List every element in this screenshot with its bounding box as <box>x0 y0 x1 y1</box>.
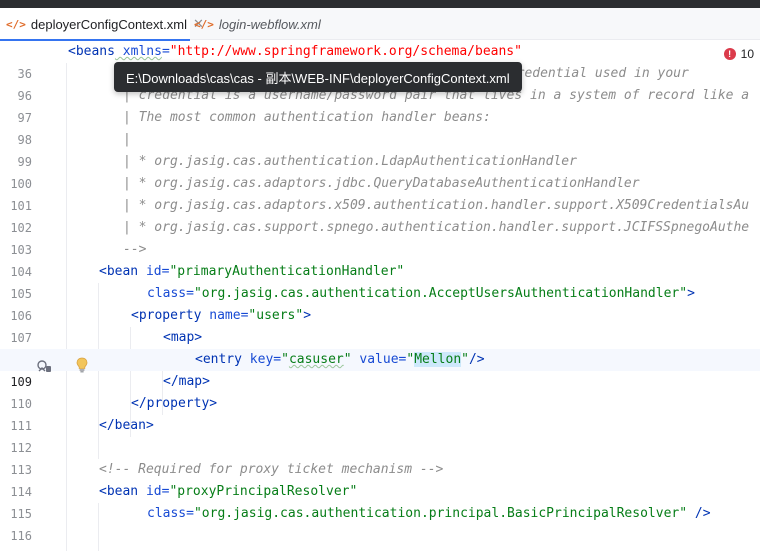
xml-tag: <bean <box>99 484 139 499</box>
selected-value-mellon[interactable]: Mellon <box>414 352 462 367</box>
xml-eq: = <box>186 286 194 301</box>
xml-attribute: class <box>147 506 187 521</box>
xml-tag-close: /> <box>468 352 485 367</box>
code-line[interactable]: 106 class="org.jasig.cas.authentication.… <box>0 283 760 323</box>
implementation-gutter-icon[interactable] <box>36 358 52 372</box>
xml-attribute: value <box>351 352 399 367</box>
error-counter[interactable]: ! 10 <box>717 44 760 64</box>
xml-value: "primaryAuthenticationHandler" <box>169 264 405 279</box>
xml-tag-close: > <box>303 308 312 323</box>
code-line[interactable]: 100 | * org.jasig.cas.authentication.Lda… <box>0 151 760 191</box>
line-number: 117 <box>0 547 32 552</box>
xml-tag: </property> <box>131 396 218 411</box>
file-path-tooltip: E:\Downloads\cas\cas - 副本\WEB-INF\deploy… <box>114 62 522 92</box>
xml-value-casuser[interactable]: casuser <box>289 352 344 367</box>
comment-text: | * org.jasig.cas.adaptors.x509.authenti… <box>123 198 750 213</box>
error-icon: ! <box>723 48 736 60</box>
xml-value: "users" <box>248 308 304 323</box>
code-line[interactable]: 36 <beans xmlns="http://www.springframew… <box>0 41 760 81</box>
code-line[interactable]: 98 | The most common authentication hand… <box>0 107 760 147</box>
comment-end: --> <box>123 242 147 257</box>
xml-attribute: id <box>138 264 162 279</box>
xml-eq: = <box>186 506 194 521</box>
tab-label: login-webflow.xml <box>218 16 321 32</box>
xml-attribute: id <box>138 484 162 499</box>
code-line[interactable]: 113 <box>0 437 760 477</box>
xml-quote: " <box>461 352 469 367</box>
xml-eq: = <box>161 44 170 59</box>
comment-text: <!-- Required for proxy ticket mechanism… <box>99 462 444 477</box>
comment-text: | <box>123 132 131 147</box>
xml-file-icon: </> <box>194 17 214 31</box>
code-line[interactable]: 104 --> <box>0 239 760 279</box>
code-line[interactable]: 105 <bean id="primaryAuthenticationHandl… <box>0 261 760 301</box>
comment-text: | The most common authentication handler… <box>123 110 491 125</box>
code-line[interactable]: 111 </property> <box>0 393 760 433</box>
comment-text: | * org.jasig.cas.authentication.LdapAut… <box>123 154 577 169</box>
xml-tag: <beans <box>68 44 115 59</box>
xml-tag: <bean <box>99 264 139 279</box>
tab-login-webflow[interactable]: </> login-webflow.xml <box>190 8 330 40</box>
xml-tag-close: /> <box>687 506 711 521</box>
window-top-strip <box>0 0 760 8</box>
xml-eq: = <box>273 352 282 367</box>
xml-value: "org.jasig.cas.authentication.principal.… <box>193 506 688 521</box>
xml-tag: </map> <box>163 374 210 389</box>
code-line[interactable]: 115 <bean id="proxyPrincipalResolver" <box>0 481 760 521</box>
xml-attribute: class <box>147 286 187 301</box>
xml-tag: <property <box>131 308 202 323</box>
xml-quote: " <box>343 352 352 367</box>
comment-text: | * org.jasig.cas.adaptors.jdbc.QueryDat… <box>123 176 640 191</box>
code-line[interactable]: 107 <property name="users"> <box>0 305 760 345</box>
code-line[interactable]: 117 <box>0 525 760 552</box>
code-line-current[interactable]: 109 <entry key="casuser" value="Mellon"/… <box>0 349 760 389</box>
lightbulb-icon[interactable] <box>76 357 88 373</box>
code-line[interactable]: 116 class="org.jasig.cas.authentication.… <box>0 503 760 543</box>
xml-tag-close: > <box>687 286 695 301</box>
xml-quote: " <box>281 352 289 367</box>
code-line[interactable]: 114 <!-- Required for proxy ticket mecha… <box>0 459 760 499</box>
xml-attribute: key <box>241 352 274 367</box>
xml-attribute: name <box>201 308 241 323</box>
tab-deployer-config-context[interactable]: </> deployerConfigContext.xml ✕ <box>0 8 204 41</box>
xml-tag: <entry <box>195 352 242 367</box>
code-editor[interactable]: 36 <beans xmlns="http://www.springframew… <box>0 41 760 552</box>
code-line[interactable]: 110 </map> <box>0 371 760 411</box>
code-line[interactable]: 112 </bean> <box>0 415 760 455</box>
code-line[interactable]: 101 | * org.jasig.cas.adaptors.jdbc.Quer… <box>0 173 760 213</box>
code-line[interactable]: 108 <map> <box>0 327 760 367</box>
code-line[interactable]: 99 | <box>0 129 760 169</box>
xml-value: "proxyPrincipalResolver" <box>169 484 358 499</box>
error-count: 10 <box>740 47 754 61</box>
xml-attribute: xmlns <box>114 44 162 59</box>
xml-tag: </bean> <box>99 418 154 433</box>
xml-value: "org.jasig.cas.authentication.AcceptUser… <box>193 286 688 301</box>
xml-file-icon: </> <box>6 17 26 31</box>
xml-quote: " <box>406 352 415 367</box>
comment-text: | * org.jasig.cas.support.spnego.authent… <box>123 220 750 235</box>
xml-namespace-url[interactable]: "http://www.springframework.org/schema/b… <box>170 44 522 59</box>
editor-tab-bar: </> deployerConfigContext.xml ✕ </> logi… <box>0 8 760 41</box>
xml-tag: <map> <box>163 330 203 345</box>
code-line[interactable]: 102 | * org.jasig.cas.adaptors.x509.auth… <box>0 195 760 235</box>
tab-label: deployerConfigContext.xml <box>30 16 187 32</box>
code-line[interactable]: 103 | * org.jasig.cas.support.spnego.aut… <box>0 217 760 257</box>
